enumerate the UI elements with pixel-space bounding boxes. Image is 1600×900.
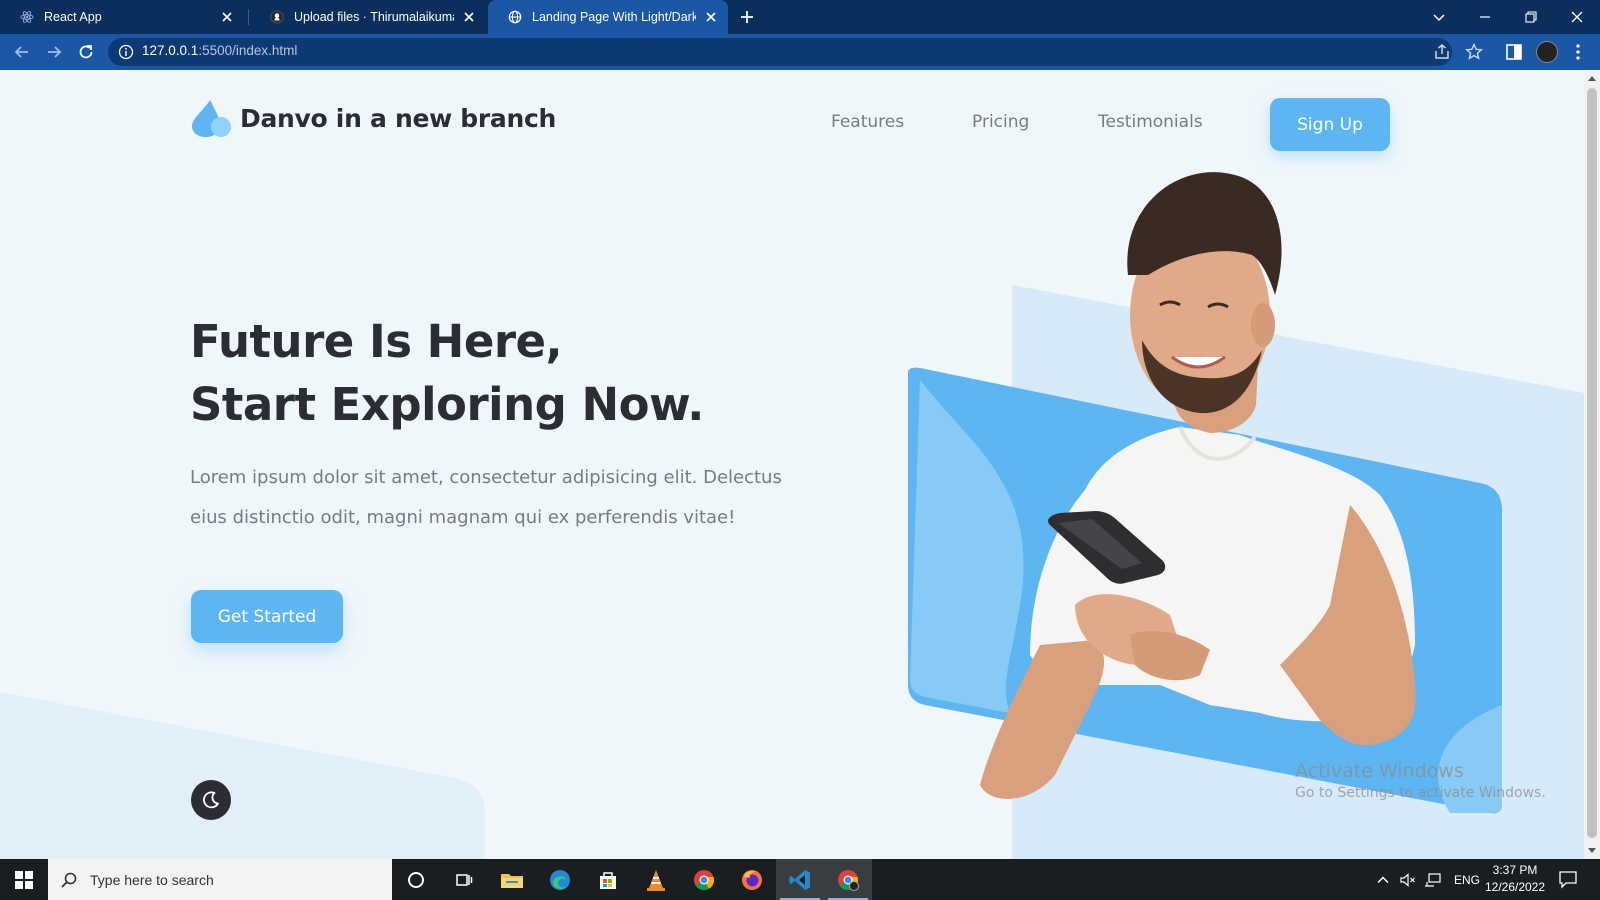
taskbar-store[interactable] bbox=[584, 859, 632, 900]
speaker-muted-icon[interactable] bbox=[1400, 872, 1416, 888]
store-bag-icon bbox=[600, 871, 616, 889]
github-icon bbox=[270, 10, 284, 24]
reload-icon[interactable] bbox=[76, 42, 96, 62]
url-host: 127.0.0.1 bbox=[142, 43, 199, 58]
react-icon bbox=[20, 11, 34, 23]
brand-name: Danvo in a new branch bbox=[240, 103, 557, 133]
hero-illustration bbox=[908, 172, 1584, 859]
vscode-icon bbox=[789, 869, 810, 890]
browser-tab-strip: React App Upload files · Thirumalaikumar… bbox=[0, 0, 1600, 34]
taskbar-edge[interactable] bbox=[536, 859, 584, 900]
url-text: 127.0.0.1:5500/index.html bbox=[142, 43, 297, 58]
chrome-profile-icon bbox=[838, 869, 859, 891]
hero-description: Lorem ipsum dolor sit amet, consectetur … bbox=[190, 467, 782, 528]
windows-logo-icon bbox=[15, 870, 33, 889]
tab-title: Landing Page With Light/Dark M bbox=[532, 10, 696, 24]
folder-icon bbox=[501, 873, 523, 888]
close-window-icon[interactable] bbox=[1566, 6, 1588, 28]
chrome-icon bbox=[694, 869, 714, 890]
new-tab-icon[interactable] bbox=[738, 8, 756, 26]
scroll-down-arrow-icon[interactable] bbox=[1588, 848, 1596, 853]
tab-react-app[interactable]: React App bbox=[0, 0, 244, 34]
scroll-up-arrow-icon[interactable] bbox=[1588, 76, 1596, 81]
taskbar-vlc[interactable] bbox=[632, 859, 680, 900]
nav-link-testimonials[interactable]: Testimonials bbox=[1098, 112, 1203, 132]
notification-icon[interactable] bbox=[1558, 869, 1578, 889]
close-tab-icon[interactable] bbox=[704, 10, 718, 24]
task-view-icon bbox=[456, 873, 473, 886]
taskbar-firefox[interactable] bbox=[728, 859, 776, 900]
globe-icon bbox=[508, 10, 522, 24]
vlc-cone-icon bbox=[647, 869, 665, 891]
language-indicator[interactable]: ENG bbox=[1454, 873, 1480, 887]
headline-line-1: Future Is Here, bbox=[190, 315, 563, 368]
hero-headline: Future Is Here, Start Exploring Now. bbox=[190, 310, 704, 436]
firefox-icon bbox=[742, 869, 762, 890]
dark-mode-toggle[interactable] bbox=[191, 780, 231, 820]
moon-icon bbox=[203, 791, 219, 809]
get-started-button[interactable]: Get Started bbox=[191, 590, 343, 643]
taskbar-clock[interactable]: 3:37 PM 12/26/2022 bbox=[1480, 862, 1550, 896]
browser-toolbar: 127.0.0.1:5500/index.html bbox=[0, 34, 1600, 70]
url-path: :5500/index.html bbox=[198, 43, 298, 58]
nav-link-pricing[interactable]: Pricing bbox=[972, 112, 1029, 132]
side-panel-icon[interactable] bbox=[1504, 42, 1524, 62]
ear-shape bbox=[1251, 303, 1275, 347]
page-viewport: Danvo in a new branch Features Pricing T… bbox=[0, 70, 1584, 859]
edge-browser-icon bbox=[550, 869, 570, 890]
activation-title: Activate Windows bbox=[1295, 760, 1464, 782]
kebab-menu-icon[interactable] bbox=[1568, 42, 1588, 62]
tab-landing-page[interactable]: Landing Page With Light/Dark M bbox=[488, 0, 728, 34]
windows-taskbar: Type here to search ENG 3:37 PM 12/26/20… bbox=[0, 859, 1600, 900]
system-tray: ENG bbox=[1376, 859, 1480, 900]
windows-activation-watermark: Activate Windows Go to Settings to activ… bbox=[1295, 760, 1546, 801]
brand-logo[interactable]: Danvo in a new branch bbox=[190, 98, 556, 138]
start-button[interactable] bbox=[0, 859, 48, 900]
tab-search-chevron-icon[interactable] bbox=[1428, 6, 1450, 28]
sign-up-button[interactable]: Sign Up bbox=[1270, 98, 1390, 151]
search-placeholder: Type here to search bbox=[90, 871, 214, 888]
tab-separator bbox=[248, 9, 249, 25]
cortana-circle-icon bbox=[408, 871, 424, 888]
forward-arrow-icon[interactable] bbox=[44, 42, 64, 62]
tab-title: Upload files · Thirumalaikumar-M bbox=[294, 10, 454, 24]
taskbar-chrome-profile[interactable] bbox=[824, 859, 872, 900]
tab-upload-files[interactable]: Upload files · Thirumalaikumar-M bbox=[250, 0, 486, 34]
restore-icon[interactable] bbox=[1520, 6, 1542, 28]
close-tab-icon[interactable] bbox=[462, 10, 476, 24]
tab-title: React App bbox=[44, 10, 102, 24]
network-icon[interactable] bbox=[1424, 872, 1442, 888]
share-icon[interactable] bbox=[1432, 42, 1452, 62]
cortana-button[interactable] bbox=[392, 859, 440, 900]
search-icon bbox=[61, 872, 77, 888]
taskbar-vscode[interactable] bbox=[776, 859, 824, 900]
close-tab-icon[interactable] bbox=[220, 10, 234, 24]
headline-line-2: Start Exploring Now. bbox=[190, 378, 704, 431]
nav-link-features[interactable]: Features bbox=[831, 112, 904, 132]
taskbar-file-explorer[interactable] bbox=[488, 859, 536, 900]
bookmark-star-icon[interactable] bbox=[1464, 42, 1484, 62]
droplet-logo-icon bbox=[192, 100, 231, 137]
chevron-up-icon[interactable] bbox=[1376, 873, 1390, 887]
back-arrow-icon[interactable] bbox=[12, 42, 32, 62]
address-bar[interactable]: 127.0.0.1:5500/index.html bbox=[108, 38, 1452, 66]
clock-date: 12/26/2022 bbox=[1484, 880, 1546, 894]
activation-subtitle: Go to Settings to activate Windows. bbox=[1295, 785, 1546, 801]
clock-time: 3:37 PM bbox=[1492, 863, 1538, 877]
task-view-button[interactable] bbox=[440, 859, 488, 900]
minimize-icon[interactable] bbox=[1474, 6, 1496, 28]
profile-avatar[interactable] bbox=[1536, 41, 1558, 63]
page-scrollbar[interactable] bbox=[1584, 70, 1600, 859]
taskbar-search-box[interactable]: Type here to search bbox=[48, 859, 392, 900]
scrollbar-thumb[interactable] bbox=[1587, 88, 1597, 838]
taskbar-chrome[interactable] bbox=[680, 859, 728, 900]
info-icon[interactable] bbox=[118, 44, 134, 60]
